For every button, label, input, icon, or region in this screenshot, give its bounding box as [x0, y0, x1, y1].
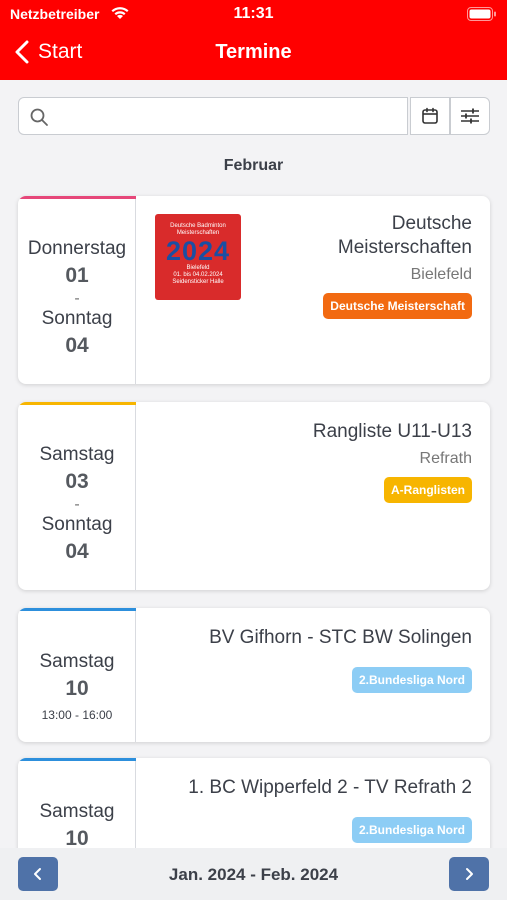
end-day-number: 04 — [65, 334, 89, 357]
nav-bar: Start Termine — [0, 30, 507, 74]
filter-button[interactable] — [450, 97, 490, 135]
status-bar: Netzbetreiber 11:31 — [0, 0, 507, 28]
weekday: Samstag — [39, 651, 115, 672]
battery-icon — [467, 7, 496, 21]
category-badge: 2.Bundesliga Nord — [351, 817, 472, 843]
clock: 11:31 — [233, 5, 274, 22]
search-input[interactable] — [59, 104, 403, 130]
category-badge: Deutsche Meisterschaft — [323, 293, 472, 319]
event-title: Deutsche — [391, 213, 472, 234]
category-badge: 2.Bundesliga Nord — [351, 667, 472, 693]
end-weekday: Sonntag — [41, 308, 113, 329]
event-location: Refrath — [419, 450, 472, 467]
category-bar — [18, 402, 136, 405]
date-separator: - — [74, 290, 80, 307]
month-heading: Februar — [223, 157, 284, 174]
event-card[interactable]: Donnerstag 01 - Sonntag 04 Deutsche Badm… — [18, 196, 490, 384]
event-title: 1. BC Wipperfeld 2 - TV Refrath 2 — [188, 777, 472, 798]
event-title: Rangliste U11-U13 — [312, 421, 472, 442]
event-title: BV Gifhorn - STC BW Solingen — [209, 627, 472, 648]
category-bar — [18, 758, 136, 761]
date-range: Jan. 2024 - Feb. 2024 — [168, 865, 339, 884]
date-separator: - — [74, 496, 80, 513]
calendar-icon — [422, 107, 438, 124]
page-title: Termine — [215, 41, 292, 63]
event-card[interactable]: Samstag 10 1. BC Wipperfeld 2 - TV Refra… — [18, 758, 490, 858]
start-weekday: Donnerstag — [27, 238, 127, 259]
category-bar — [18, 608, 136, 611]
event-time: 13:00 - 16:00 — [41, 708, 113, 722]
start-weekday: Samstag — [39, 444, 115, 465]
weekday: Samstag — [39, 801, 115, 822]
end-day-number: 04 — [65, 540, 89, 563]
event-date: Samstag 10 13:00 - 16:00 — [18, 608, 136, 742]
search-box[interactable] — [18, 97, 408, 135]
day-number: 10 — [65, 677, 89, 700]
event-card[interactable]: Samstag 03 - Sonntag 04 Rangliste U11-U1… — [18, 402, 490, 590]
category-badge: A-Ranglisten — [383, 477, 472, 503]
chevron-right-icon — [466, 868, 473, 880]
next-page-button[interactable] — [449, 857, 489, 891]
event-card[interactable]: Samstag 10 13:00 - 16:00 BV Gifhorn - ST… — [18, 608, 490, 742]
pagination-bar: Jan. 2024 - Feb. 2024 — [0, 848, 507, 900]
event-date: Samstag 10 — [18, 758, 136, 858]
calendar-button[interactable] — [410, 97, 450, 135]
start-day-number: 03 — [65, 470, 89, 493]
search-icon — [30, 108, 48, 126]
event-date: Samstag 03 - Sonntag 04 — [18, 402, 136, 590]
category-bar — [18, 196, 136, 199]
event-date: Donnerstag 01 - Sonntag 04 — [18, 196, 136, 384]
event-location: Bielefeld — [410, 266, 472, 283]
header: Netzbetreiber 11:31 Start Termine — [0, 0, 507, 80]
event-title: Meisterschaften — [337, 237, 472, 258]
start-day-number: 01 — [65, 264, 89, 287]
end-weekday: Sonntag — [41, 514, 113, 535]
sliders-icon — [461, 108, 479, 124]
